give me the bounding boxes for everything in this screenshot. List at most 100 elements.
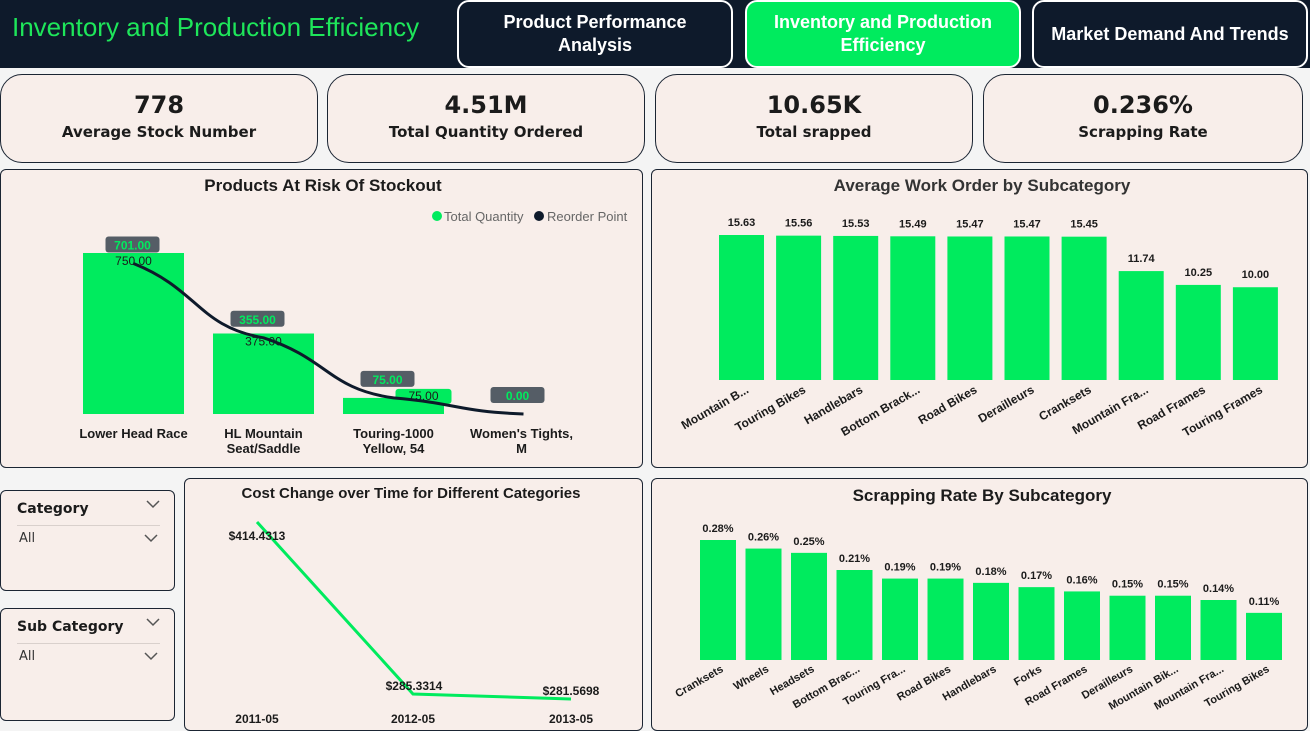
data-label: 0.15% bbox=[1157, 579, 1188, 591]
data-label: $281.5698 bbox=[543, 684, 600, 698]
dropdown-value: All bbox=[19, 531, 36, 546]
data-label: 0.14% bbox=[1203, 583, 1234, 595]
tab-market-demand[interactable]: Market Demand And Trends bbox=[1032, 0, 1308, 68]
data-label: 0.28% bbox=[702, 523, 733, 535]
page-title: Inventory and Production Efficiency bbox=[12, 12, 420, 42]
bar bbox=[833, 235, 879, 380]
bar bbox=[1004, 236, 1050, 380]
data-label: 10.25 bbox=[1185, 267, 1213, 279]
bar bbox=[745, 548, 782, 660]
data-label: $414.4313 bbox=[229, 529, 286, 543]
chevron-down-icon bbox=[144, 534, 158, 543]
category-dropdown[interactable]: All bbox=[17, 525, 160, 551]
data-label: 355.00 bbox=[239, 313, 276, 327]
data-label: 15.63 bbox=[728, 217, 756, 229]
bar bbox=[83, 253, 184, 414]
chevron-down-icon bbox=[144, 652, 158, 661]
tick-label: Yellow, 54 bbox=[363, 441, 425, 456]
kpi-label: Scrapping Rate bbox=[1078, 123, 1208, 141]
data-label: 0.00 bbox=[506, 389, 530, 403]
legend-label: Reorder Point bbox=[547, 209, 628, 224]
sub-category-dropdown[interactable]: All bbox=[17, 643, 160, 669]
data-label: 701.00 bbox=[114, 239, 151, 253]
kpi-average-stock: 778 Average Stock Number bbox=[0, 74, 318, 163]
bar bbox=[890, 236, 936, 380]
work-order-svg: Average Work Order by Subcategory15.63Mo… bbox=[679, 176, 1278, 439]
bar bbox=[1061, 236, 1107, 380]
stockout-risk-chart: Products At Risk Of Stockout Total Quanti… bbox=[0, 169, 643, 468]
data-label: 75.00 bbox=[372, 373, 402, 387]
bar bbox=[1232, 287, 1278, 380]
data-label: 0.11% bbox=[1249, 596, 1280, 608]
bar bbox=[791, 552, 827, 660]
bar bbox=[1018, 587, 1055, 660]
data-label: 15.47 bbox=[1013, 218, 1041, 230]
bar bbox=[836, 570, 873, 660]
chevron-down-icon[interactable] bbox=[146, 499, 160, 509]
kpi-label: Total Quantity Ordered bbox=[388, 123, 584, 141]
kpi-total-scrapped: 10.65K Total srapped bbox=[655, 74, 973, 163]
bar bbox=[1118, 271, 1164, 380]
bar bbox=[1175, 284, 1221, 380]
bar bbox=[700, 540, 736, 660]
data-label: 15.56 bbox=[785, 218, 813, 230]
tick-label: Road Bikes bbox=[916, 382, 980, 427]
tick-label: Touring-1000 bbox=[353, 426, 434, 441]
tick-label: HL Mountain bbox=[224, 426, 303, 441]
kpi-value: 0.236% bbox=[1093, 91, 1193, 119]
tick-label: Women's Tights, bbox=[470, 426, 573, 441]
sub-category-slicer[interactable]: Sub Category All bbox=[0, 608, 175, 721]
tick-label: Forks bbox=[1012, 663, 1044, 688]
data-label: 15.47 bbox=[956, 218, 984, 230]
bar bbox=[719, 235, 764, 380]
bar bbox=[776, 235, 822, 380]
data-label: 0.25% bbox=[793, 536, 824, 548]
header-bar: Inventory and Production Efficiency Prod… bbox=[0, 0, 1310, 68]
cost-change-svg: Cost Change over Time for Different Cate… bbox=[229, 485, 600, 726]
kpi-scrapping-rate: 0.236% Scrapping Rate bbox=[983, 74, 1303, 163]
kpi-value: 4.51M bbox=[444, 91, 528, 119]
legend-label: Total Quantity bbox=[444, 209, 524, 224]
slicer-title: Category bbox=[17, 501, 89, 517]
cost-change-chart: Cost Change over Time for Different Cate… bbox=[184, 478, 643, 731]
bar bbox=[882, 578, 918, 660]
bar bbox=[1064, 591, 1100, 660]
kpi-label: Total srapped bbox=[756, 123, 872, 141]
bar bbox=[1155, 595, 1191, 660]
bar bbox=[927, 578, 964, 660]
tick-label: 2013-05 bbox=[549, 712, 593, 726]
tick-label: Derailleurs bbox=[976, 382, 1037, 425]
tick-label: Cranksets bbox=[673, 663, 725, 700]
tick-label: Wheels bbox=[732, 663, 771, 693]
dropdown-value: All bbox=[19, 649, 36, 664]
data-label: 0.17% bbox=[1021, 570, 1052, 582]
tick-label: 2011-05 bbox=[235, 712, 279, 726]
category-slicer[interactable]: Category All bbox=[0, 490, 175, 591]
chart-title: Average Work Order by Subcategory bbox=[834, 176, 1131, 195]
series-line bbox=[255, 520, 572, 701]
chevron-down-icon[interactable] bbox=[146, 617, 160, 627]
tick-label: M bbox=[516, 441, 527, 456]
data-label: 11.74 bbox=[1128, 253, 1156, 265]
data-label: 750.00 bbox=[115, 254, 152, 268]
data-label: 0.19% bbox=[884, 562, 915, 574]
kpi-total-quantity-ordered: 4.51M Total Quantity Ordered bbox=[327, 74, 645, 163]
chart-title: Products At Risk Of Stockout bbox=[204, 176, 442, 195]
scrapping-rate-svg: Scrapping Rate By Subcategory 0.28% Cranks… bbox=[673, 486, 1282, 713]
tab-inventory-production[interactable]: Inventory and Production Efficiency bbox=[745, 0, 1021, 68]
data-label: 0.21% bbox=[839, 553, 870, 565]
tick-label: 2012-05 bbox=[391, 712, 435, 726]
bar bbox=[947, 236, 993, 380]
data-label: 0.19% bbox=[930, 562, 961, 574]
chart-title: Scrapping Rate By Subcategory bbox=[853, 486, 1112, 505]
legend-marker bbox=[432, 211, 442, 221]
data-label: 15.45 bbox=[1070, 219, 1098, 231]
tab-product-performance[interactable]: Product Performance Analysis bbox=[457, 0, 733, 68]
slicer-title: Sub Category bbox=[17, 619, 124, 635]
chart-title: Cost Change over Time for Different Cate… bbox=[242, 485, 581, 502]
bar bbox=[1246, 612, 1282, 660]
bar bbox=[1200, 600, 1237, 660]
data-label: 0.26% bbox=[748, 532, 779, 544]
stockout-risk-svg: Products At Risk Of StockoutTotal Quanti… bbox=[79, 176, 628, 456]
bar bbox=[973, 582, 1009, 660]
